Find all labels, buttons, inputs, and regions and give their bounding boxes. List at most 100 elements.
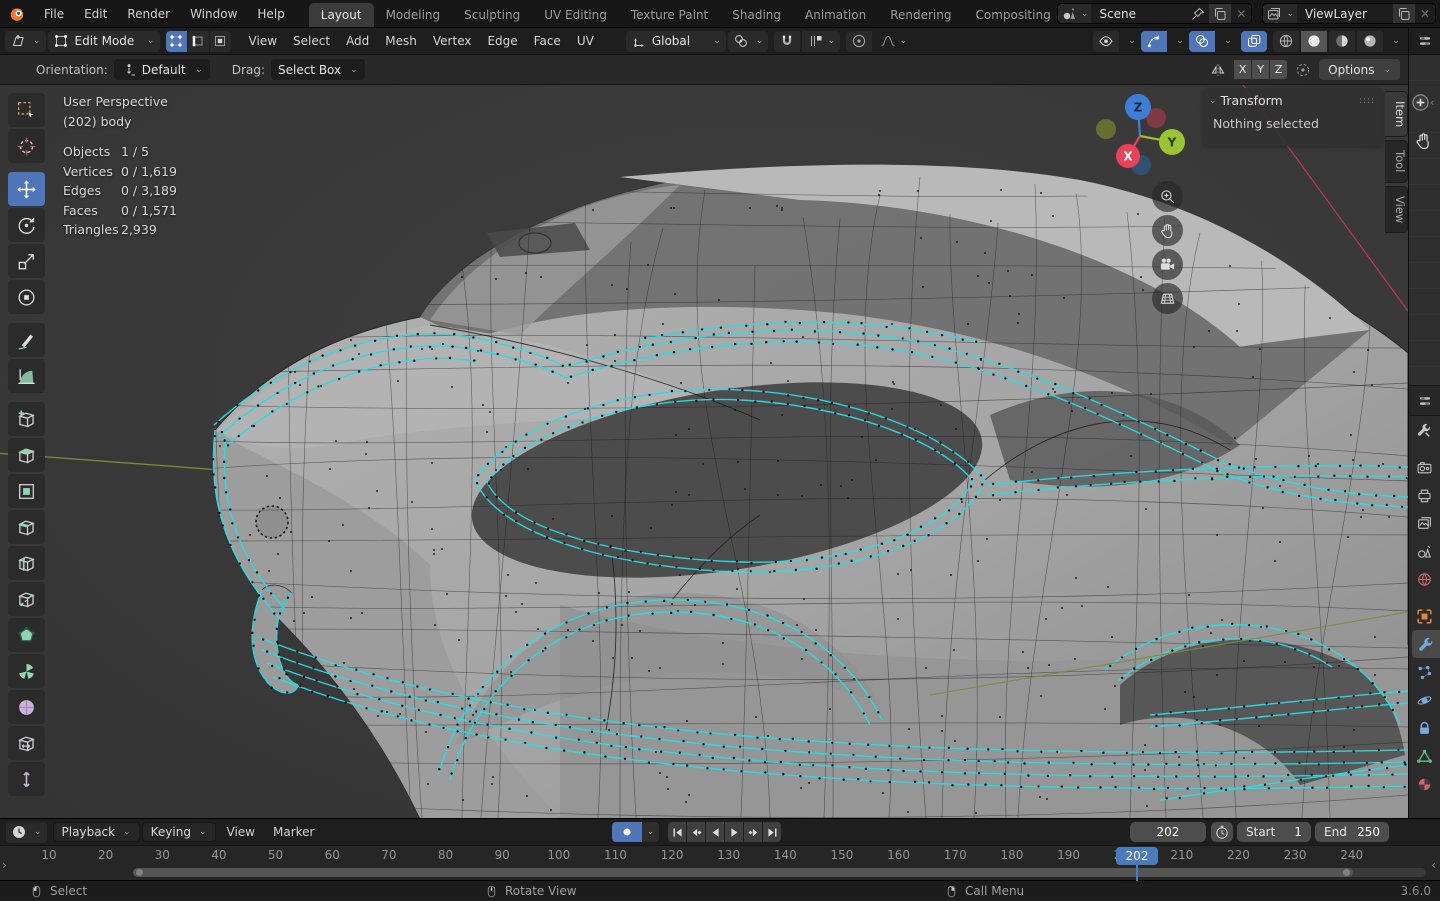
viewport-menu-item[interactable]: Face [526,31,569,52]
drag-select[interactable]: Select Box ⌄ [270,59,365,80]
viewlayer-name[interactable]: ViewLayer [1297,7,1393,21]
timeline-view-menu[interactable]: View [218,825,264,839]
car-mesh-object[interactable] [205,153,1408,818]
viewport-menu-item[interactable]: Vertex [425,31,480,52]
shading-solid-button[interactable] [1301,30,1327,52]
properties-tab-output[interactable] [1409,481,1440,509]
object-types-dropdown[interactable]: ⌄ [1121,31,1139,52]
workspace-tab[interactable]: Rendering [878,3,963,27]
outliner-area[interactable]: ‹ [1409,55,1440,385]
orientation-default-select[interactable]: Default ⌄ [113,59,210,80]
viewport-menu-item[interactable]: Select [285,31,338,52]
pivot-point-select[interactable]: ⌄ [727,30,769,52]
current-frame-field[interactable]: 202 [1130,822,1206,842]
outliner-header[interactable] [1409,28,1440,55]
overlays-dropdown[interactable]: ⌄ [1217,31,1235,52]
viewport-menu-item[interactable]: Edge [479,31,525,52]
pan-button[interactable] [1152,215,1183,246]
shading-material-button[interactable] [1329,30,1355,52]
snap-settings-button[interactable]: ⌄ [802,30,841,52]
timeline-marker-menu[interactable]: Marker [264,825,323,839]
topbar-menu-item[interactable]: Edit [74,0,117,27]
expand-region-button[interactable] [1411,93,1430,112]
properties-tab-object[interactable] [1409,602,1440,630]
editor-type-button[interactable]: ⌄ [5,30,46,52]
tool-knife-button[interactable] [8,582,45,616]
workspace-tab[interactable]: Compositing [963,3,1051,27]
properties-tab-constraints[interactable] [1409,714,1440,742]
properties-tab-scene[interactable] [1409,537,1440,565]
mirror-axis-button[interactable]: Y [1252,60,1270,79]
collapse-arrow-icon[interactable]: ‹ [1430,96,1434,109]
show-gizmo-button[interactable] [1141,30,1167,52]
playhead[interactable]: 202 [1116,847,1158,865]
topbar-menu-item[interactable]: File [34,0,74,27]
navigation-gizmo[interactable]: Z Y X [1094,91,1186,183]
tool-scale-button[interactable] [8,244,45,278]
workspace-tab[interactable]: Shading [720,3,793,27]
panel-drag-handle[interactable]: :::: [1359,96,1375,106]
shading-dropdown[interactable]: ⌄ [1385,31,1403,52]
tool-extrude-button[interactable] [8,438,45,472]
playback-menu[interactable]: Playback ⌄ [52,822,140,842]
workspace-tab[interactable]: Animation [793,3,878,27]
zoom-button[interactable] [1152,181,1183,212]
timeline-editor-type-button[interactable]: ⌄ [6,821,47,843]
workspace-tab[interactable]: Sculpting [452,3,532,27]
tool-inset-button[interactable] [8,474,45,508]
scrollbar-thumb[interactable] [133,868,1353,877]
gizmo-dropdown[interactable]: ⌄ [1169,31,1187,52]
viewport-menu-item[interactable]: Add [338,31,377,52]
next-keyframe-button[interactable] [744,822,762,842]
auto-keying-dropdown[interactable]: ⌄ [642,822,659,842]
auto-keying-button[interactable] [612,822,642,842]
tool-rotate-button[interactable] [8,208,45,242]
tool-poly-build-button[interactable] [8,618,45,652]
mirror-axis-button[interactable]: Z [1270,60,1288,79]
shading-wireframe-button[interactable] [1273,30,1299,52]
frame-end-field[interactable]: End 250 [1315,822,1389,842]
transform-panel-title[interactable]: Transform [1221,93,1283,108]
scene-browse-button[interactable]: ⌄ [1057,4,1092,23]
properties-tab-object-data[interactable] [1409,742,1440,770]
tool-spin-button[interactable] [8,654,45,688]
tool-smooth-button[interactable] [8,690,45,724]
keying-menu[interactable]: Keying ⌄ [141,822,216,842]
tool-edge-slide-button[interactable] [8,726,45,760]
properties-tab-modifiers[interactable] [1412,630,1440,658]
jump-to-end-button[interactable] [763,822,781,842]
tool-move-button[interactable] [8,172,45,206]
tool-loop-cut-button[interactable] [8,546,45,580]
properties-tab-tool[interactable] [1409,416,1440,444]
mirror-axis-button[interactable]: X [1234,60,1252,79]
transform-orientation-select[interactable]: Global ⌄ [625,30,726,52]
scrollbar-handle-left[interactable] [136,869,143,876]
workspace-tab[interactable]: UV Editing [532,3,619,27]
sidebar-tab-item[interactable]: Item [1385,91,1408,138]
workspace-tab[interactable]: Texture Paint [619,3,720,27]
properties-tab-material[interactable] [1409,770,1440,798]
properties-tab-particles[interactable] [1409,658,1440,686]
properties-tab-view-layer[interactable] [1409,509,1440,537]
timeline-ruler[interactable]: › 10 20 30 40 50 60 70 80 90 100 110 120 130 140 150 16… [0,845,1440,881]
timeline-scrollbar[interactable] [133,868,1426,877]
options-button[interactable]: Options ⌄ [1319,59,1400,80]
xray-toggle-button[interactable] [1241,30,1267,52]
tool-bevel-button[interactable] [8,510,45,544]
unlink-scene-button[interactable]: ✕ [1231,7,1251,21]
viewport-menu-item[interactable]: Mesh [377,31,425,52]
viewport-menu-item[interactable]: UV [569,31,602,52]
tool-annotate-button[interactable] [8,323,45,357]
properties-tab-physics[interactable] [1409,686,1440,714]
show-overlays-button[interactable] [1189,30,1215,52]
play-button[interactable] [725,822,743,842]
workspace-tab[interactable]: Layout [308,3,374,27]
properties-tab-world[interactable] [1409,565,1440,593]
vertex-select-mode-button[interactable] [165,30,187,52]
remove-viewlayer-button[interactable]: ✕ [1415,7,1435,21]
topbar-menu-item[interactable]: Window [180,0,247,27]
jump-to-start-button[interactable] [668,822,686,842]
tool-cursor-button[interactable] [8,129,45,163]
play-reverse-button[interactable] [706,822,724,842]
new-scene-button[interactable] [1209,4,1232,23]
